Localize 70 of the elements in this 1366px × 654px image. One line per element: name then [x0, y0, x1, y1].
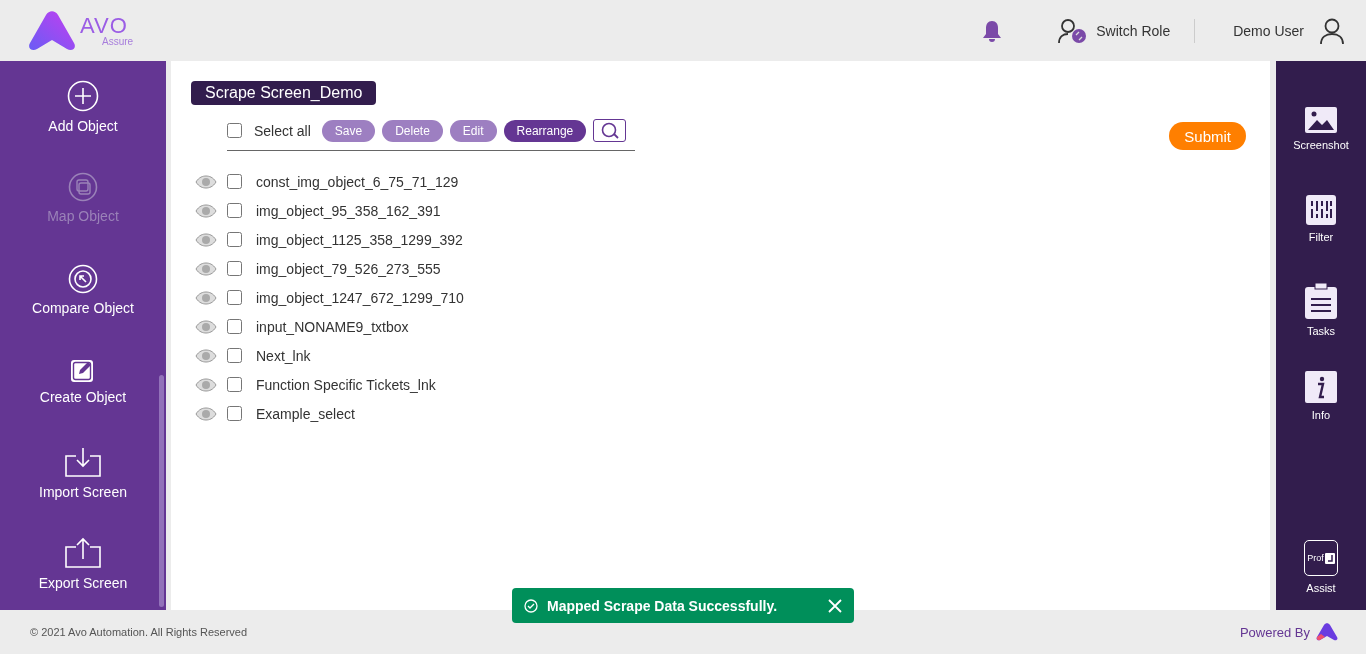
eye-icon[interactable]: [195, 406, 217, 421]
sidebar-item[interactable]: Tasks: [1306, 325, 1336, 337]
object-checkbox[interactable]: [227, 406, 242, 421]
object-checkbox[interactable]: [227, 377, 242, 392]
plus-circle-icon: [67, 79, 99, 112]
object-checkbox[interactable]: [227, 290, 242, 305]
clipboard-icon: [1305, 283, 1337, 319]
eye-icon[interactable]: [195, 203, 217, 218]
object-name[interactable]: img_object_95_358_162_391: [256, 202, 441, 219]
upload-tray-icon: [64, 537, 102, 570]
compare-circle-icon: [68, 263, 98, 294]
image-icon: [1305, 107, 1337, 133]
info-icon: [1305, 371, 1337, 403]
user-name: Demo User: [1233, 22, 1304, 39]
check-circle-icon: [524, 598, 538, 613]
user-icon[interactable]: [1320, 17, 1344, 44]
object-checkbox[interactable]: [227, 319, 242, 334]
sidebar-item[interactable]: Info: [1311, 409, 1331, 421]
sidebar-item[interactable]: Filter: [1308, 231, 1334, 243]
screen-title: Scrape Screen_Demo: [191, 81, 377, 105]
edit-icon: [70, 357, 96, 384]
select-all-label: Select all: [254, 122, 311, 139]
user-switch-icon[interactable]: [1058, 17, 1089, 44]
eye-icon[interactable]: [195, 261, 217, 276]
logo-text: AVO: [80, 14, 128, 37]
toolbar-button[interactable]: Rearrange: [503, 119, 587, 142]
select-all-checkbox[interactable]: [227, 123, 242, 138]
object-checkbox[interactable]: [227, 203, 242, 218]
sidebar-item[interactable]: Add Object: [48, 117, 118, 134]
sidebar-item[interactable]: Create Object: [39, 389, 127, 406]
object-checkbox[interactable]: [227, 261, 242, 276]
eye-icon[interactable]: [195, 377, 217, 392]
sliders-icon: [1306, 195, 1336, 225]
object-checkbox[interactable]: [227, 174, 242, 189]
object-checkbox[interactable]: [227, 232, 242, 247]
sidebar-item[interactable]: Compare Object: [32, 299, 134, 316]
assist-icon[interactable]: Prof: [1304, 540, 1338, 576]
assist-icon-text: Prof: [1307, 553, 1324, 563]
eye-icon[interactable]: [195, 319, 217, 334]
close-button[interactable]: [828, 598, 842, 613]
logo-icon: [28, 10, 76, 51]
object-name[interactable]: Next_lnk: [256, 347, 311, 364]
copyright-text: © 2021 Avo Automation. All Rights Reserved: [30, 626, 248, 638]
toast-message: Mapped Scrape Data Successfully.: [547, 597, 779, 614]
search-button[interactable]: [593, 119, 627, 142]
object-name[interactable]: const_img_object_6_75_71_129: [256, 173, 459, 190]
sidebar-item[interactable]: Assist: [1306, 582, 1336, 594]
document-icon: [1324, 552, 1335, 564]
object-name[interactable]: Example_select: [256, 405, 355, 422]
bell-icon[interactable]: [982, 19, 1003, 42]
eye-icon[interactable]: [195, 290, 217, 305]
sidebar-item[interactable]: Screenshot: [1293, 139, 1349, 151]
powered-by-text: Powered By: [1239, 624, 1310, 640]
object-name[interactable]: img_object_1125_358_1299_392: [256, 231, 463, 248]
download-tray-icon: [64, 445, 102, 478]
sidebar-item[interactable]: Export Screen: [38, 575, 128, 592]
logo-icon: [1316, 623, 1338, 641]
logo-subtext: Assure: [102, 36, 134, 47]
object-name[interactable]: img_object_79_526_273_555: [256, 260, 441, 277]
object-name[interactable]: Function Specific Tickets_lnk: [256, 376, 436, 393]
eye-icon[interactable]: [195, 232, 217, 247]
sidebar-item[interactable]: Import Screen: [39, 483, 127, 500]
object-name[interactable]: img_object_1247_672_1299_710: [256, 289, 464, 306]
eye-icon[interactable]: [195, 348, 217, 363]
eye-icon[interactable]: [195, 174, 217, 189]
switch-role-link[interactable]: Switch Role: [1096, 22, 1171, 39]
squares-circle-icon: [68, 172, 98, 203]
object-name[interactable]: input_NONAME9_txtbox: [256, 318, 409, 335]
scrollbar[interactable]: [159, 375, 164, 607]
object-checkbox[interactable]: [227, 348, 242, 363]
